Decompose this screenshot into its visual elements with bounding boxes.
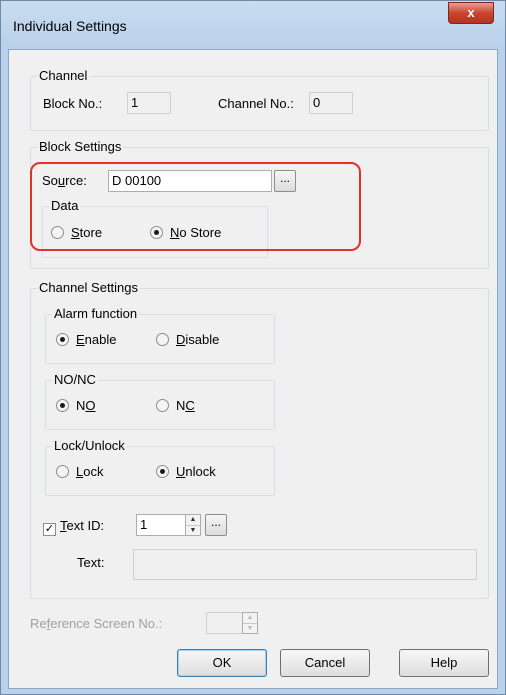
enable-radio-dot <box>56 333 69 346</box>
reference-screen-input <box>206 612 243 634</box>
nc-radio[interactable]: NC <box>156 398 195 413</box>
text-id-browse-button[interactable]: ... <box>205 514 227 536</box>
text-field <box>133 549 477 580</box>
lock-unlock-group: Lock/Unlock Lock Unlock <box>45 438 275 496</box>
channel-settings-group: Channel Settings Alarm function Enable D… <box>30 280 489 599</box>
no-nc-title: NO/NC <box>52 372 98 387</box>
disable-radio[interactable]: Disable <box>156 332 219 347</box>
lock-radio[interactable]: Lock <box>56 464 103 479</box>
block-no-label: Block No.: <box>43 96 103 111</box>
no-nc-group: NO/NC NO NC <box>45 372 275 430</box>
reference-screen-spinner: ▲ ▼ <box>242 612 258 634</box>
alarm-function-group: Alarm function Enable Disable <box>45 306 275 364</box>
channel-no-label: Channel No.: <box>218 96 294 111</box>
spin-up-icon[interactable]: ▲ <box>186 515 200 525</box>
reference-screen-label: Reference Screen No.: <box>30 616 163 631</box>
enable-radio[interactable]: Enable <box>56 332 116 347</box>
spin-down-icon: ▼ <box>243 623 257 633</box>
lock-unlock-title: Lock/Unlock <box>52 438 127 453</box>
channel-settings-group-title: Channel Settings <box>37 280 141 295</box>
no-radio[interactable]: NO <box>56 398 96 413</box>
alarm-function-title: Alarm function <box>52 306 140 321</box>
ok-button[interactable]: OK <box>177 649 267 677</box>
lock-radio-dot <box>56 465 69 478</box>
help-button[interactable]: Help <box>399 649 489 677</box>
dialog-window: Individual Settings x Channel Block No.:… <box>0 0 506 695</box>
channel-group: Channel Block No.: 1 Channel No.: 0 <box>30 68 489 131</box>
checkmark-icon: ✓ <box>43 523 56 536</box>
unlock-radio[interactable]: Unlock <box>156 464 216 479</box>
close-button[interactable]: x <box>448 2 494 24</box>
block-no-field: 1 <box>127 92 171 114</box>
text-id-checkbox[interactable]: ✓ Text ID: <box>43 518 104 536</box>
no-radio-dot <box>56 399 69 412</box>
block-settings-group-title: Block Settings <box>37 139 124 154</box>
dialog-client-area: Channel Block No.: 1 Channel No.: 0 Bloc… <box>8 49 498 689</box>
highlight-annotation <box>30 162 361 251</box>
nc-radio-dot <box>156 399 169 412</box>
disable-radio-dot <box>156 333 169 346</box>
channel-group-title: Channel <box>37 68 90 83</box>
close-icon: x <box>467 5 475 20</box>
dialog-title: Individual Settings <box>13 18 127 34</box>
spin-down-icon[interactable]: ▼ <box>186 525 200 535</box>
text-id-spinner[interactable]: ▲ ▼ <box>185 514 201 536</box>
unlock-radio-dot <box>156 465 169 478</box>
cancel-button[interactable]: Cancel <box>280 649 370 677</box>
text-label: Text: <box>77 555 105 570</box>
spin-up-icon: ▲ <box>246 614 254 621</box>
channel-no-field: 0 <box>309 92 353 114</box>
text-id-input[interactable]: 1 <box>136 514 186 536</box>
title-bar[interactable]: Individual Settings x <box>1 1 505 49</box>
